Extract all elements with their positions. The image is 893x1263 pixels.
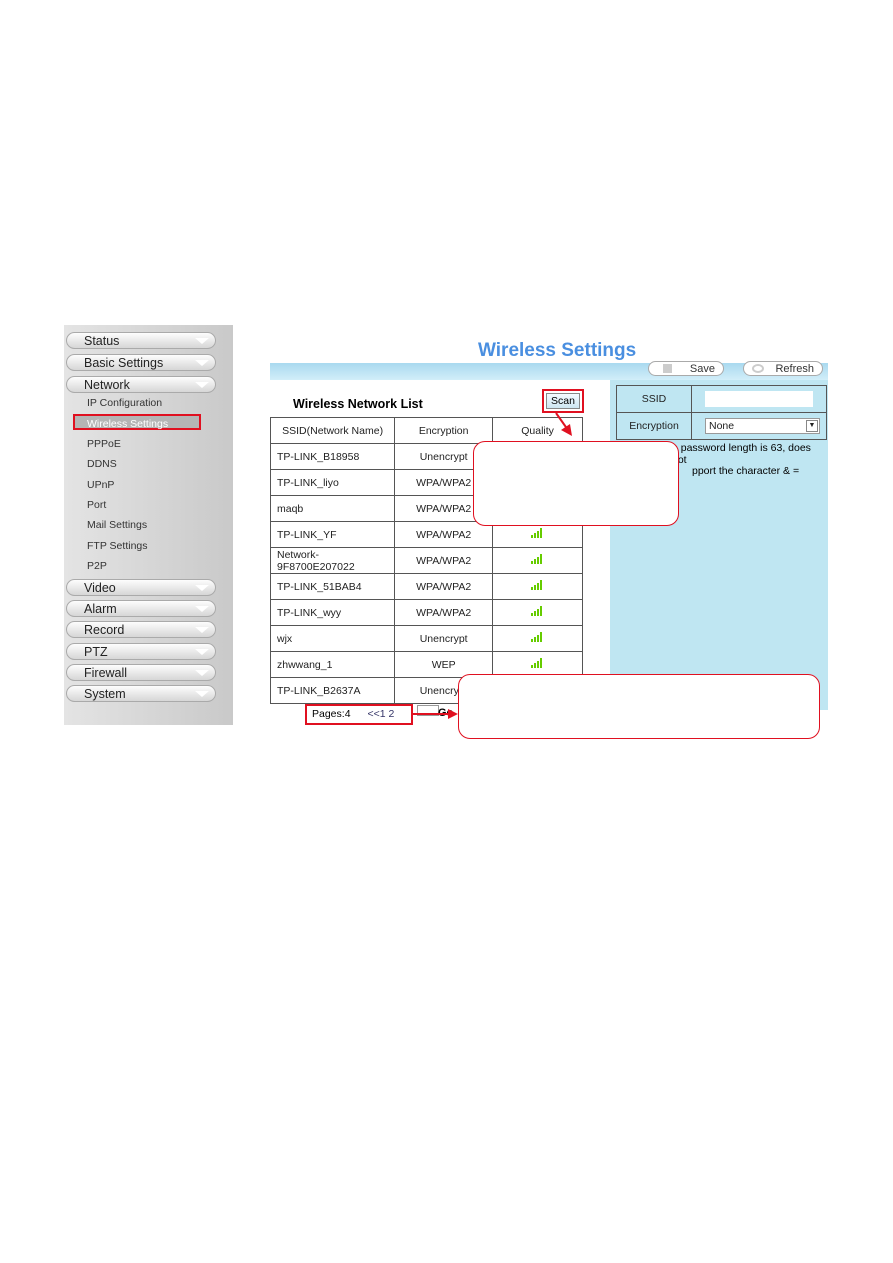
arrowhead bbox=[561, 424, 572, 436]
document-page: Status Basic Settings Network IP Configurat… bbox=[0, 0, 893, 1263]
callout-box-pages bbox=[458, 674, 820, 739]
arrowhead bbox=[448, 709, 458, 719]
annotation-arrows bbox=[413, 412, 572, 719]
callout-box-scan bbox=[473, 441, 679, 526]
